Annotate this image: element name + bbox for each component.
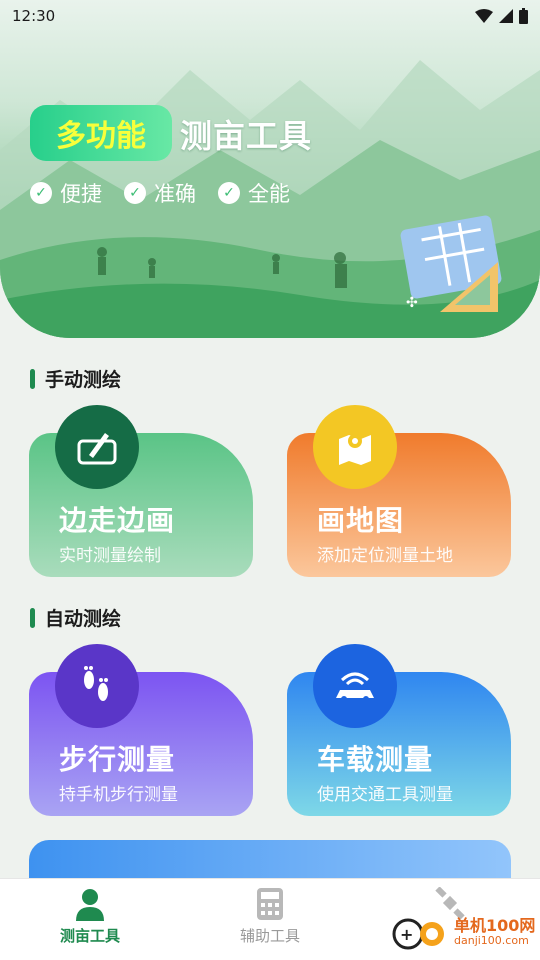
card-title: 步行测量 xyxy=(59,743,176,776)
card-title: 车载测量 xyxy=(317,743,434,776)
card-walk-measure[interactable]: 步行测量 持手机步行测量 xyxy=(29,644,253,816)
hero-tags: ✓ 便捷 ✓ 准确 ✓ 全能 xyxy=(30,178,290,208)
user-icon xyxy=(76,889,104,921)
tab-label: 辅助工具 xyxy=(239,927,300,945)
signal-icon xyxy=(499,9,513,23)
section-title-label: 手动测绘 xyxy=(45,369,122,391)
hero-landscape: ✣ xyxy=(0,60,540,338)
check-icon: ✓ xyxy=(124,182,146,204)
card-vehicle-measure[interactable]: 车载测量 使用交通工具测量 xyxy=(287,644,511,816)
card-walk-draw[interactable]: 边走边画 实时测量绘制 xyxy=(29,405,253,577)
hero-tag-label: 全能 xyxy=(248,182,290,206)
wifi-icon xyxy=(475,9,493,23)
watermark-logo: + 单机100网 danji100.com xyxy=(388,912,535,952)
section-title-auto: 自动测绘 xyxy=(30,604,121,631)
hero-badge: 多功能 xyxy=(30,105,172,161)
car-signal-icon xyxy=(313,644,397,728)
card-subtitle: 实时测量绘制 xyxy=(59,546,161,566)
status-icons xyxy=(475,8,528,24)
watermark-name: 单机100网 xyxy=(454,916,536,936)
section-title-label: 自动测绘 xyxy=(45,608,122,630)
watermark-url: danji100.com xyxy=(454,933,529,947)
battery-icon xyxy=(519,8,528,24)
watermark-icon: + xyxy=(392,918,444,950)
svg-text:+: + xyxy=(400,925,413,944)
watermark-text: 单机100网 danji100.com xyxy=(454,917,535,947)
status-time: 12:30 xyxy=(12,7,56,25)
hero-tag-label: 便捷 xyxy=(60,182,102,206)
map-pin-icon xyxy=(313,405,397,489)
hero-banner: ✣ 多功能 测亩工具 ✓ 便捷 ✓ 准确 ✓ 全能 xyxy=(0,0,540,338)
calculator-icon xyxy=(257,888,283,920)
check-icon: ✓ xyxy=(30,182,52,204)
card-subtitle: 使用交通工具测量 xyxy=(317,785,453,805)
card-subtitle: 添加定位测量土地 xyxy=(317,546,453,566)
check-icon: ✓ xyxy=(218,182,240,204)
card-subtitle: 持手机步行测量 xyxy=(59,785,178,805)
hero-title: 测亩工具 xyxy=(180,117,313,155)
hero-tag: ✓ 全能 xyxy=(218,178,290,208)
tab-aux-tool[interactable]: 辅助工具 xyxy=(180,879,360,960)
hero-tag-label: 准确 xyxy=(154,182,196,206)
tab-label: 测亩工具 xyxy=(59,927,120,945)
svg-text:✣: ✣ xyxy=(406,295,418,311)
section-bar xyxy=(30,368,35,389)
section-bar xyxy=(30,607,35,628)
hero-badge-label: 多功能 xyxy=(56,119,146,154)
hero-tag: ✓ 便捷 xyxy=(30,178,102,208)
section-title-manual: 手动测绘 xyxy=(30,365,121,392)
hero-tag: ✓ 准确 xyxy=(124,178,196,208)
card-title: 画地图 xyxy=(317,504,405,537)
draw-pen-icon xyxy=(55,405,139,489)
card-title: 边走边画 xyxy=(59,504,176,537)
status-bar: 12:30 xyxy=(0,0,540,32)
card-draw-map[interactable]: 画地图 添加定位测量土地 xyxy=(287,405,511,577)
footprints-icon xyxy=(55,644,139,728)
tab-measure-tool[interactable]: 测亩工具 xyxy=(0,879,180,960)
